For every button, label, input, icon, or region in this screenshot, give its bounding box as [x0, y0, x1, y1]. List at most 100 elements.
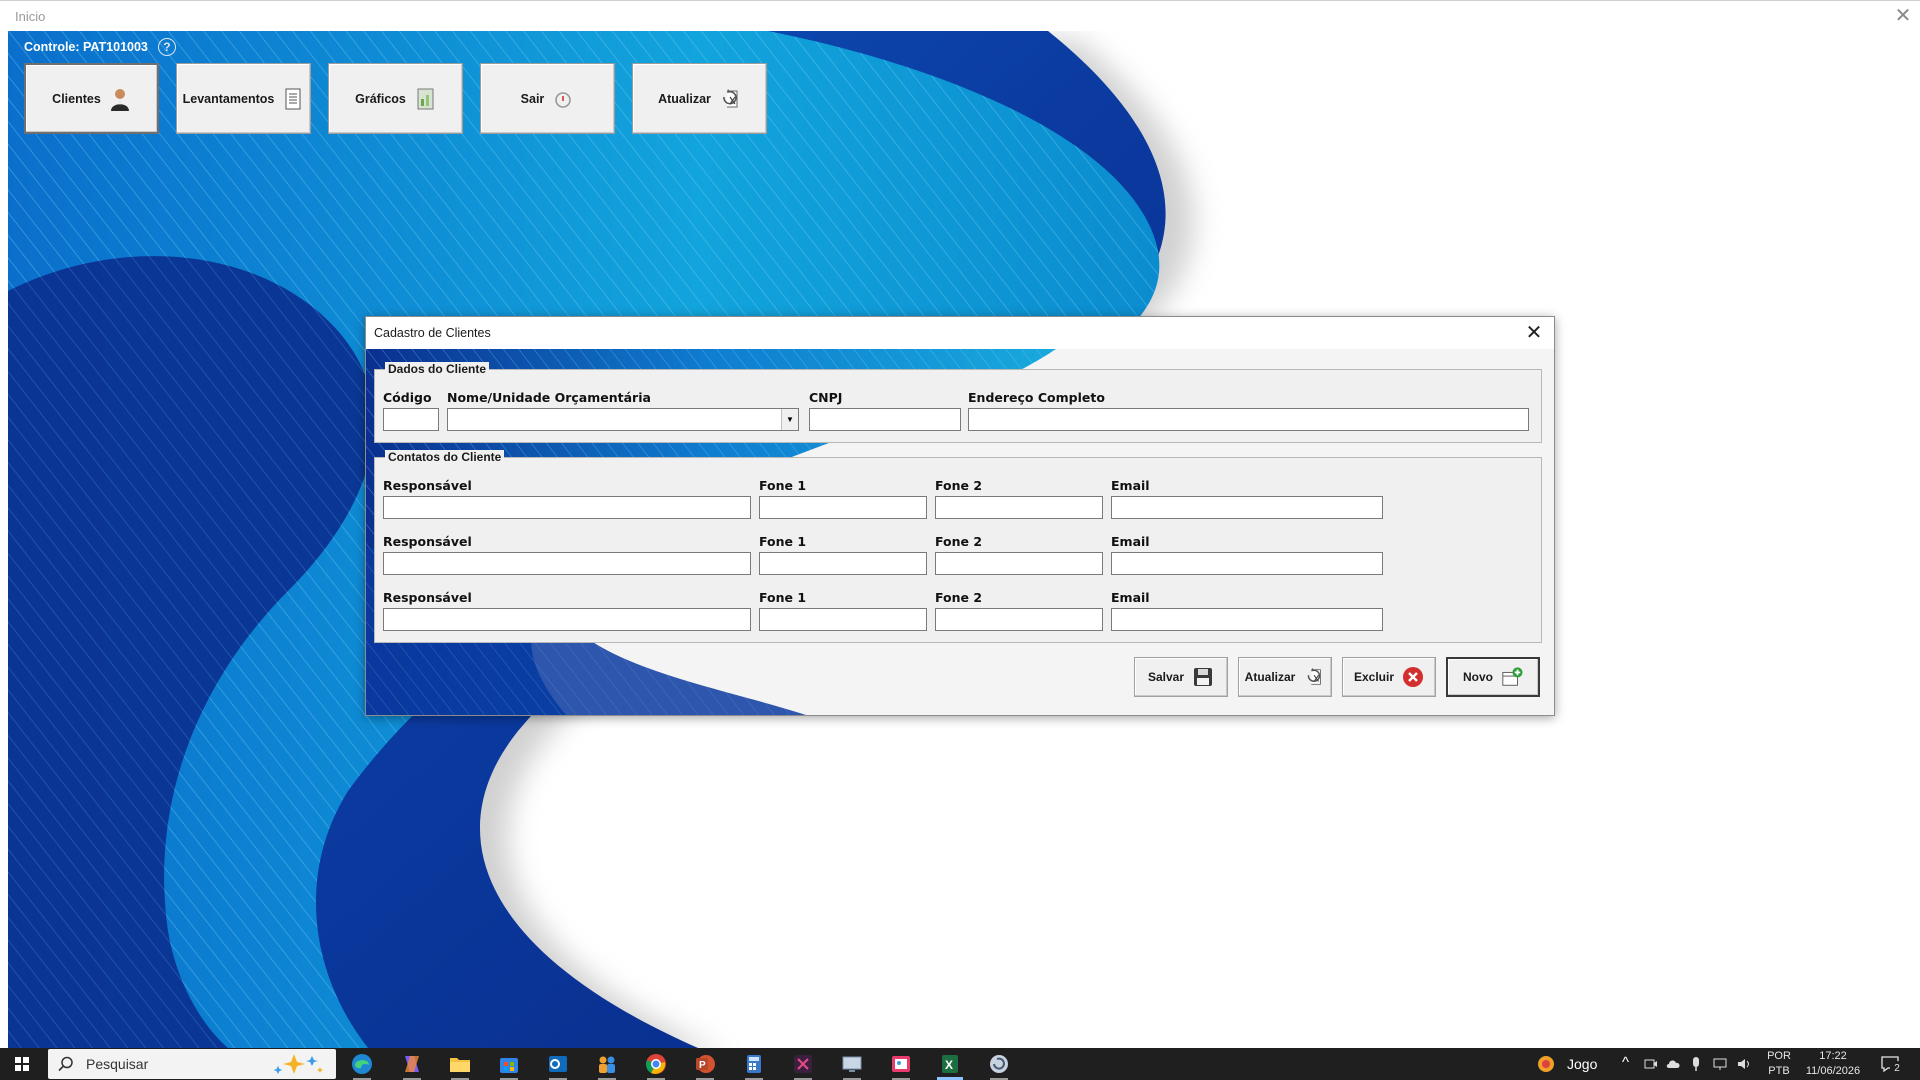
- atualizar-dialog-button[interactable]: Atualizar: [1238, 657, 1332, 697]
- endereco-label: Endereço Completo: [968, 390, 1105, 405]
- store-icon[interactable]: [492, 1051, 526, 1080]
- meet-icon[interactable]: [1644, 1057, 1658, 1071]
- file-explorer-icon[interactable]: [443, 1051, 477, 1080]
- svg-text:X: X: [945, 1058, 953, 1072]
- contatos-cliente-title: Contatos do Cliente: [385, 450, 505, 464]
- delete-icon: [1403, 667, 1424, 687]
- fone2-input[interactable]: [935, 608, 1103, 631]
- codigo-input[interactable]: [383, 408, 439, 431]
- atualizar-button[interactable]: Atualizar: [632, 63, 767, 134]
- power-icon: [555, 91, 572, 108]
- graficos-button[interactable]: Gráficos: [328, 63, 463, 134]
- fone1-label: Fone 1: [759, 478, 807, 493]
- email-input[interactable]: [1111, 608, 1383, 631]
- cadastro-clientes-dialog: Cadastro de Clientes ✕ Dados do Cliente …: [365, 316, 1555, 716]
- clock-date: 11/06/2026: [1805, 1065, 1861, 1077]
- fone1-input[interactable]: [759, 552, 927, 575]
- atualizar-button-label: Atualizar: [658, 91, 711, 106]
- volume-icon[interactable]: [1736, 1057, 1752, 1071]
- taskbar-search[interactable]: Pesquisar: [48, 1049, 336, 1079]
- windows-start-icon[interactable]: [0, 1048, 44, 1080]
- microphone-icon[interactable]: [1690, 1056, 1702, 1072]
- copilot-icon[interactable]: [395, 1051, 429, 1080]
- dialog-title: Cadastro de Clientes: [374, 326, 491, 340]
- fone2-input[interactable]: [935, 496, 1103, 519]
- nome-combobox[interactable]: [447, 408, 799, 431]
- people-icon[interactable]: [590, 1051, 624, 1080]
- email-label: Email: [1111, 590, 1150, 605]
- outlook-icon[interactable]: [541, 1051, 575, 1080]
- refresh-icon: [1308, 667, 1322, 685]
- clock-time: 17:22: [1819, 1050, 1847, 1062]
- user-icon: [110, 88, 129, 111]
- calculator-icon[interactable]: [737, 1051, 771, 1080]
- weather-label[interactable]: Jogo: [1567, 1056, 1597, 1072]
- clientes-button[interactable]: Clientes: [24, 63, 159, 134]
- fone1-input[interactable]: [759, 496, 927, 519]
- refresh-app-icon[interactable]: [982, 1051, 1016, 1080]
- fone1-input[interactable]: [759, 608, 927, 631]
- controle-header: Controle: PAT101003 ?: [24, 38, 176, 56]
- onedrive-icon[interactable]: [1666, 1057, 1682, 1071]
- endereco-input[interactable]: [968, 408, 1529, 431]
- email-input[interactable]: [1111, 496, 1383, 519]
- help-icon[interactable]: ?: [157, 38, 176, 56]
- save-icon: [1194, 668, 1213, 686]
- refresh-icon: [723, 88, 738, 107]
- language-top: POR: [1767, 1050, 1791, 1062]
- levantamentos-button[interactable]: Levantamentos: [176, 63, 311, 134]
- document-icon: [285, 88, 301, 109]
- fone2-label: Fone 2: [935, 534, 983, 549]
- novo-button[interactable]: Novo: [1446, 657, 1540, 697]
- search-placeholder: Pesquisar: [86, 1056, 149, 1072]
- cnpj-input[interactable]: [809, 408, 961, 431]
- responsavel-input[interactable]: [383, 608, 751, 631]
- powerpoint-icon[interactable]: P: [688, 1051, 722, 1080]
- responsavel-input[interactable]: [383, 496, 751, 519]
- dialog-close-icon[interactable]: ✕: [1520, 319, 1548, 347]
- sair-button[interactable]: Sair: [480, 63, 615, 134]
- excluir-button[interactable]: Excluir: [1342, 657, 1436, 697]
- responsavel-input[interactable]: [383, 552, 751, 575]
- language-indicator[interactable]: POR PTB: [1764, 1049, 1794, 1079]
- chart-icon: [417, 88, 434, 109]
- app-close-icon[interactable]: ✕: [1886, 2, 1920, 30]
- notification-count: 2: [1890, 1061, 1904, 1076]
- chrome-icon[interactable]: [639, 1051, 673, 1080]
- email-input[interactable]: [1111, 552, 1383, 575]
- remote-desktop-icon[interactable]: [835, 1051, 869, 1080]
- dados-cliente-title: Dados do Cliente: [385, 362, 490, 376]
- email-label: Email: [1111, 534, 1150, 549]
- email-label: Email: [1111, 478, 1150, 493]
- controle-label: Controle: PAT101003: [24, 40, 148, 54]
- responsavel-label: Responsável: [383, 534, 472, 549]
- levantamentos-button-label: Levantamentos: [182, 91, 275, 106]
- fone2-label: Fone 2: [935, 478, 983, 493]
- add-icon: [1502, 667, 1523, 686]
- snipping-tool-icon[interactable]: [786, 1051, 820, 1080]
- clock[interactable]: 17:22 11/06/2026: [1800, 1049, 1866, 1079]
- app-titlebar: Inicio ✕: [0, 0, 1920, 31]
- chevron-up-icon[interactable]: ^: [1622, 1054, 1629, 1071]
- edge-icon[interactable]: [345, 1051, 379, 1080]
- app-title: Inicio: [15, 9, 46, 24]
- contatos-cliente-frame: Contatos do Cliente Responsável Fone 1 F…: [374, 450, 1542, 643]
- sair-button-label: Sair: [520, 91, 545, 106]
- excel-icon[interactable]: X: [933, 1051, 967, 1080]
- fone2-label: Fone 2: [935, 590, 983, 605]
- fone2-input[interactable]: [935, 552, 1103, 575]
- nome-label: Nome/Unidade Orçamentária: [447, 390, 651, 405]
- network-icon[interactable]: [1712, 1057, 1728, 1071]
- sparkle-icon: [273, 1054, 323, 1074]
- svg-text:P: P: [699, 1060, 706, 1071]
- salvar-button[interactable]: Salvar: [1134, 657, 1228, 697]
- window-left-edge: [0, 31, 8, 1048]
- chevron-down-icon[interactable]: ▼: [781, 409, 798, 430]
- graficos-button-label: Gráficos: [355, 91, 406, 106]
- fone1-label: Fone 1: [759, 590, 807, 605]
- cnpj-label: CNPJ: [809, 390, 843, 405]
- responsavel-label: Responsável: [383, 590, 472, 605]
- clientes-button-label: Clientes: [52, 91, 101, 106]
- weather-icon[interactable]: [1536, 1054, 1556, 1074]
- photos-icon[interactable]: [884, 1051, 918, 1080]
